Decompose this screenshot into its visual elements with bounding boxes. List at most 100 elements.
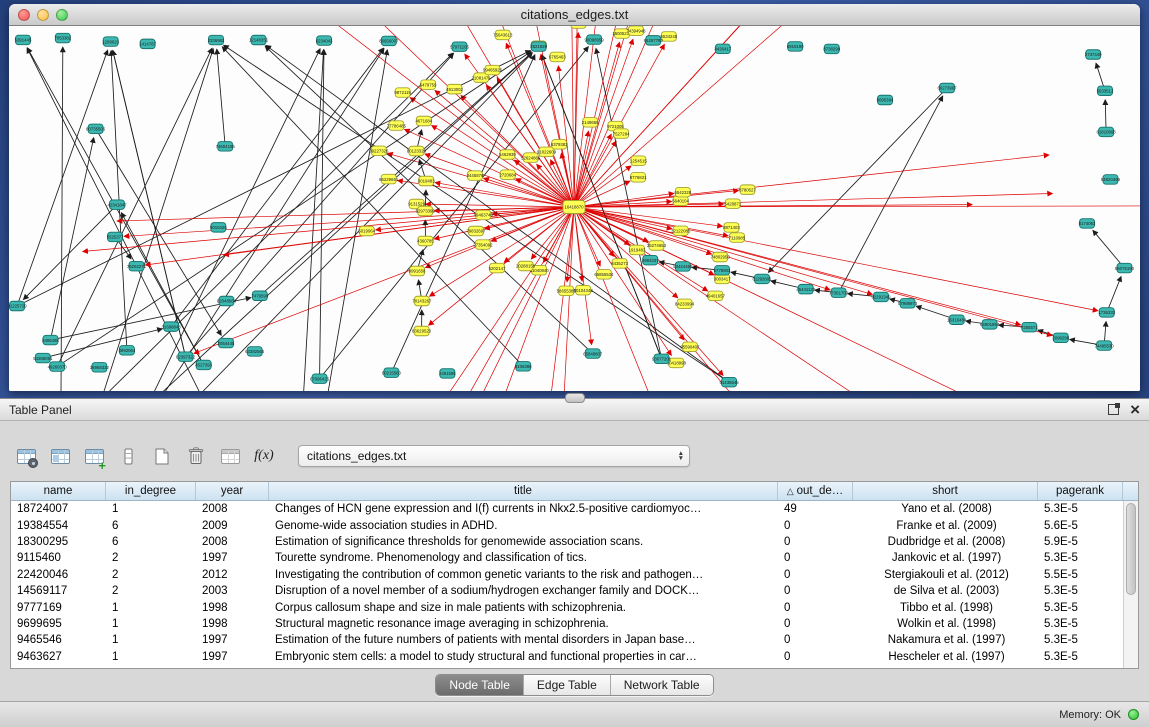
svg-text:8871403: 8871403	[723, 225, 740, 230]
svg-text:79832697: 79832697	[466, 229, 486, 234]
cell-short: Wolkin et al. (1998)	[853, 618, 1038, 630]
svg-text:8738299: 8738299	[823, 47, 840, 52]
svg-text:90098959: 90098959	[585, 37, 605, 42]
cell-year: 1997	[196, 634, 269, 646]
table-row[interactable]: 1830029562008Estimation of significance …	[11, 534, 1138, 550]
close-panel-button[interactable]: ×	[1130, 404, 1140, 415]
column-header-year[interactable]: year	[196, 482, 269, 500]
row-options-button[interactable]	[114, 443, 142, 469]
svg-text:75643613: 75643613	[493, 33, 513, 38]
cell-title: Changes of HCN gene expression and I(f) …	[269, 503, 778, 515]
float-panel-button[interactable]	[1108, 404, 1119, 415]
splitter-handle[interactable]	[565, 393, 585, 403]
svg-text:32122085: 32122085	[671, 229, 691, 234]
network-canvas-area[interactable]: 1641887056401043212208535274653191948384…	[9, 26, 1140, 391]
svg-text:27354092: 27354092	[473, 242, 493, 247]
svg-text:5534245: 5534245	[660, 34, 677, 39]
svg-text:5633512: 5633512	[1097, 88, 1114, 93]
svg-text:1299623: 1299623	[102, 39, 119, 44]
table-row[interactable]: 977716911998Corpus callosum shape and si…	[11, 599, 1138, 615]
network-window[interactable]: citations_edges.txt 16418870564010432122…	[9, 4, 1140, 391]
svg-text:61292601: 61292601	[752, 277, 772, 282]
svg-text:16418870: 16418870	[564, 205, 584, 210]
svg-text:3445876: 3445876	[467, 173, 484, 178]
table-tabbar: Node TableEdge TableNetwork Table	[0, 669, 1149, 701]
svg-text:4426417: 4426417	[714, 47, 731, 52]
tab-edge-table[interactable]: Edge Table	[523, 675, 610, 695]
cell-year: 1997	[196, 651, 269, 663]
svg-text:5778903: 5778903	[714, 268, 731, 273]
svg-text:65855534: 65855534	[594, 272, 614, 277]
svg-text:64901894: 64901894	[980, 322, 1000, 327]
table-row[interactable]: 1938455462009Genome-wide association stu…	[11, 517, 1138, 533]
new-table-button[interactable]	[148, 443, 176, 469]
zoom-window-button[interactable]	[56, 9, 68, 21]
column-header-in_degree[interactable]: in_degree	[106, 482, 196, 500]
cell-pagerank: 5.5E-5	[1038, 569, 1123, 581]
svg-text:86267783: 86267783	[644, 38, 664, 43]
svg-text:1254515: 1254515	[630, 158, 647, 163]
column-header-short[interactable]: short	[853, 482, 1038, 500]
svg-text:84233994: 84233994	[675, 301, 695, 306]
svg-text:2621929: 2621929	[530, 44, 547, 49]
svg-text:74802950: 74802950	[711, 255, 731, 260]
table-row[interactable]: 946362711997Embryonic stem cells: a mode…	[11, 649, 1138, 665]
scrollbar-thumb[interactable]	[1126, 503, 1136, 595]
import-table-button[interactable]	[216, 443, 244, 469]
table-row[interactable]: 1456911722003Disruption of a novel membe…	[11, 583, 1138, 599]
svg-text:2737449: 2737449	[1085, 52, 1102, 57]
table-row[interactable]: 946554611997Estimation of the future num…	[11, 632, 1138, 648]
svg-text:52624866: 52624866	[521, 155, 541, 160]
tab-node-table[interactable]: Node Table	[436, 675, 523, 695]
svg-text:9095394: 9095394	[877, 98, 894, 103]
cell-year: 2003	[196, 585, 269, 597]
svg-text:7527284: 7527284	[613, 131, 630, 136]
column-header-name[interactable]: name	[11, 482, 106, 500]
svg-text:6765463: 6765463	[549, 55, 566, 60]
table-row[interactable]: 2242004622012Investigating the contribut…	[11, 567, 1138, 583]
svg-text:4527393: 4527393	[195, 363, 212, 368]
table-toolbar: +	[12, 441, 1139, 471]
svg-text:5525377: 5525377	[107, 235, 124, 240]
cell-out_degree: 0	[778, 602, 853, 614]
column-header-out_degree[interactable]: △out_de…	[778, 482, 853, 500]
tab-network-table[interactable]: Network Table	[610, 675, 713, 695]
svg-text:2720684: 2720684	[499, 172, 516, 177]
create-column-button[interactable]: +	[80, 443, 108, 469]
close-window-button[interactable]	[18, 9, 30, 21]
svg-text:99465926: 99465926	[483, 68, 503, 73]
minimize-window-button[interactable]	[37, 9, 49, 21]
cell-year: 2012	[196, 569, 269, 581]
cell-pagerank: 5.3E-5	[1038, 651, 1123, 663]
svg-text:6479759: 6479759	[420, 82, 437, 87]
function-builder-button[interactable]: f(x)	[250, 443, 278, 469]
cell-title: Genome-wide association studies in ADHD.	[269, 520, 778, 532]
svg-text:4671684: 4671684	[415, 119, 432, 124]
column-header-pagerank[interactable]: pagerank	[1038, 482, 1123, 500]
column-settings-button[interactable]	[12, 443, 40, 469]
column-header-title[interactable]: title	[269, 482, 778, 500]
table-row[interactable]: 969969511998Structural magnetic resonanc…	[11, 616, 1138, 632]
combo-arrows-icon: ▲ ▼	[678, 451, 684, 462]
cell-in_degree: 6	[106, 536, 196, 548]
svg-text:2054445: 2054445	[218, 341, 235, 346]
delete-table-button[interactable]	[182, 443, 210, 469]
function-icon: f(x)	[254, 448, 273, 464]
trash-icon	[188, 447, 204, 465]
table-row[interactable]: 1872400712008Changes of HCN gene express…	[11, 501, 1138, 517]
network-canvas[interactable]: 1641887056401043212208535274653191948384…	[9, 26, 1140, 391]
svg-text:91022609: 91022609	[537, 149, 557, 154]
cell-in_degree: 1	[106, 634, 196, 646]
cell-pagerank: 5.3E-5	[1038, 618, 1123, 630]
table-row[interactable]: 911546021997Tourette syndrome. Phenomeno…	[11, 550, 1138, 566]
node-table: namein_degreeyeartitle△out_de…shortpager…	[10, 481, 1139, 669]
table-scrollbar[interactable]	[1123, 501, 1138, 668]
cell-out_degree: 0	[778, 569, 853, 581]
svg-text:57989973: 57989973	[898, 301, 918, 306]
table-columns-icon	[51, 449, 70, 464]
cell-short: Jankovic et al. (1997)	[853, 552, 1038, 564]
show-columns-button[interactable]	[46, 443, 74, 469]
table-source-select[interactable]: citations_edges.txt ▲ ▼	[298, 445, 690, 467]
cell-year: 1998	[196, 602, 269, 614]
network-window-titlebar[interactable]: citations_edges.txt	[9, 4, 1140, 26]
